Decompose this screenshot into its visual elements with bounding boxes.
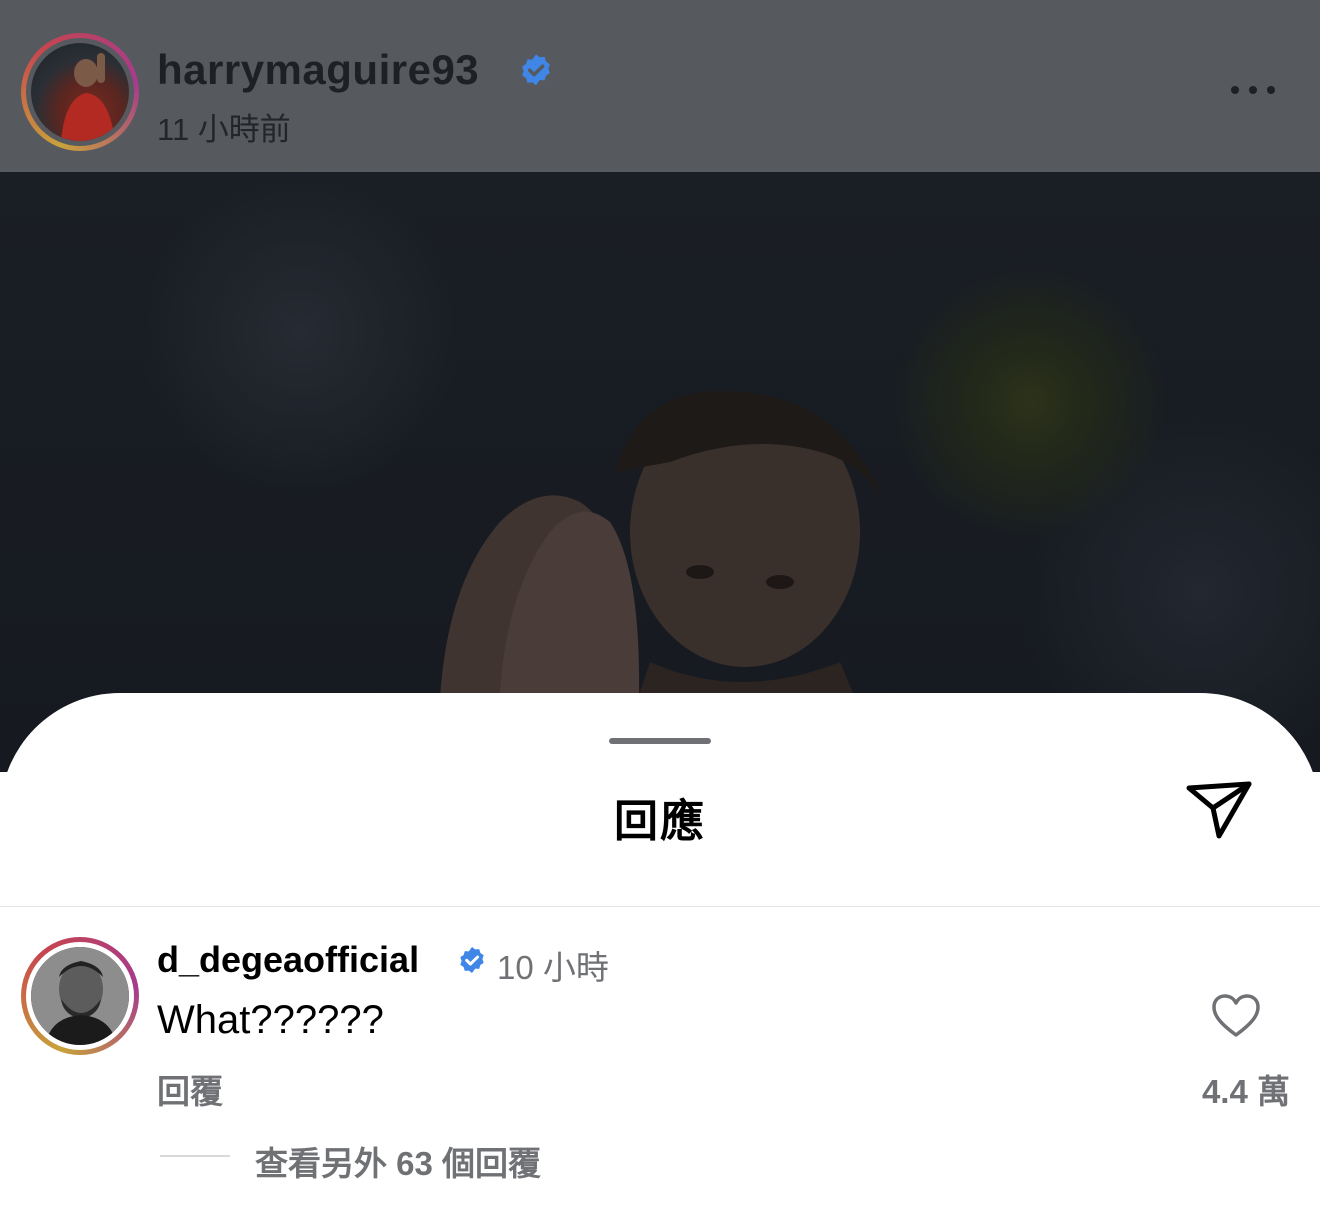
post-author-photo <box>31 43 129 141</box>
replies-line <box>160 1155 230 1157</box>
post-timestamp: 11 小時前 <box>157 112 291 147</box>
view-replies-link[interactable]: 查看另外 63 個回覆 <box>255 1137 541 1185</box>
verified-badge-icon <box>460 947 484 973</box>
reply-button[interactable]: 回覆 <box>157 1065 223 1113</box>
comment-username[interactable]: d_degeaofficial <box>157 939 419 981</box>
commenter-photo <box>31 947 129 1045</box>
heart-icon[interactable] <box>1211 993 1261 1039</box>
comment-timestamp: 10 小時 <box>497 949 609 986</box>
comment-text: What?????? <box>157 998 384 1042</box>
post-header: harrymaguire93 11 小時前 <box>0 0 1320 172</box>
like-count: 4.4 萬 <box>1201 1073 1290 1110</box>
post-photo <box>0 172 1320 782</box>
sheet-drag-handle[interactable] <box>609 738 711 744</box>
post-author-avatar[interactable] <box>21 33 139 151</box>
verified-badge-icon <box>522 54 550 86</box>
sheet-title: 回應 <box>614 797 706 846</box>
comments-sheet: 回應 d_degeaofficial 10 小時 What?????? 回覆 4… <box>0 693 1320 1213</box>
share-send-icon[interactable] <box>1183 778 1255 842</box>
more-options-icon[interactable] <box>1228 80 1278 100</box>
sheet-divider <box>0 906 1320 907</box>
post-author-username[interactable]: harrymaguire93 <box>157 46 479 94</box>
commenter-avatar[interactable] <box>21 937 139 1055</box>
